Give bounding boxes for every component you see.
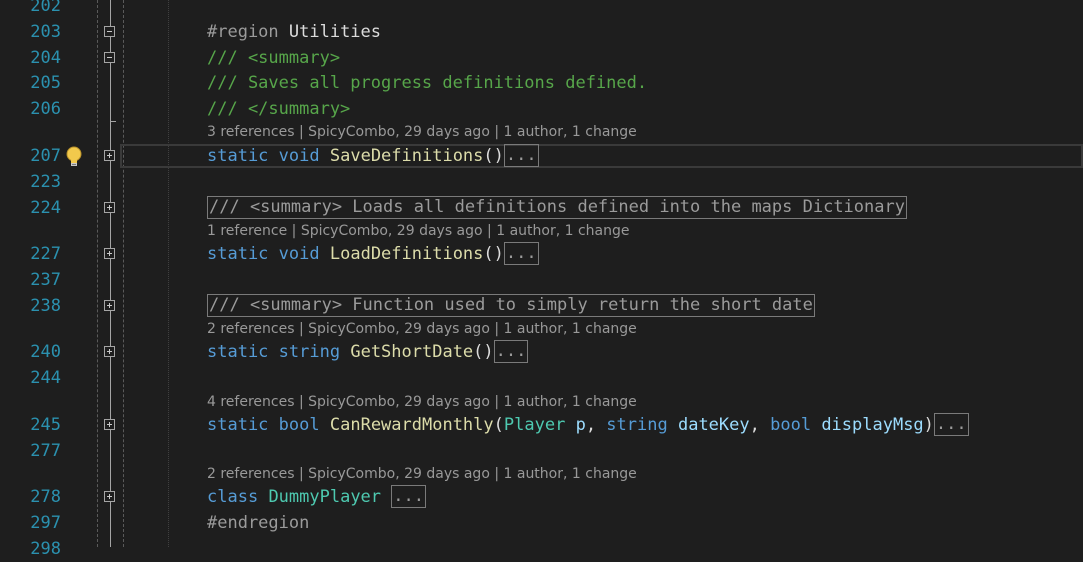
collapsed-block[interactable]: ... <box>503 144 539 167</box>
code-line[interactable]: 244 <box>0 365 1083 391</box>
collapsed-comment[interactable]: /// <summary> Function used to simply re… <box>207 294 815 317</box>
outline-toggle-icon[interactable] <box>104 346 115 357</box>
line-number: 238 <box>30 296 61 316</box>
line-number: 240 <box>30 342 61 362</box>
line-number: 244 <box>30 368 61 388</box>
collapsed-block[interactable]: ... <box>391 485 426 508</box>
collapsed-block[interactable]: ... <box>493 340 529 363</box>
code-line[interactable]: 206 /// </summary> <box>0 96 1083 122</box>
collapsed-block[interactable]: ... <box>503 242 539 265</box>
collapsed-block[interactable]: ... <box>933 413 969 436</box>
code-line[interactable]: 205 /// Saves all progress definitions d… <box>0 70 1083 96</box>
line-number: 237 <box>30 270 61 290</box>
code-text: static void LoadDefinitions()... <box>207 242 539 265</box>
code-comment: /// <summary> <box>207 48 341 68</box>
code-line[interactable]: 277 <box>0 438 1083 464</box>
outline-toggle-icon[interactable] <box>104 202 115 213</box>
line-number: 224 <box>30 198 61 218</box>
code-text: /// <summary> Function used to simply re… <box>207 293 815 319</box>
outline-toggle-icon[interactable] <box>104 248 115 259</box>
line-number: 207 <box>30 146 61 166</box>
codelens[interactable]: 2 references | SpicyCombo, 29 days ago |… <box>207 464 637 484</box>
code-text: class DummyPlayer ... <box>207 485 426 508</box>
code-comment: /// </summary> <box>207 99 351 119</box>
outline-toggle-icon[interactable] <box>104 300 115 311</box>
collapsed-comment[interactable]: /// <summary> Loads all definitions defi… <box>207 196 907 219</box>
code-line[interactable]: 203 #region Utilities <box>0 19 1083 45</box>
code-text: #endregion <box>207 513 310 533</box>
line-number: 245 <box>30 415 61 435</box>
code-line[interactable]: 298 <box>0 536 1083 562</box>
line-number: 206 <box>30 99 61 119</box>
code-text: static void SaveDefinitions()... <box>207 144 539 167</box>
outline-toggle-icon[interactable] <box>104 52 115 63</box>
outline-toggle-icon[interactable] <box>104 491 115 502</box>
line-number: 203 <box>30 22 61 42</box>
line-number: 223 <box>30 172 61 192</box>
codelens[interactable]: 1 reference | SpicyCombo, 29 days ago | … <box>207 221 629 241</box>
line-number: 277 <box>30 441 61 461</box>
line-number: 298 <box>30 539 61 559</box>
code-line[interactable]: 237 <box>0 267 1083 293</box>
outline-toggle-icon[interactable] <box>104 26 115 37</box>
codelens[interactable]: 4 references | SpicyCombo, 29 days ago |… <box>207 392 637 412</box>
outline-end-tick <box>110 121 116 122</box>
code-line[interactable]: 207 static void SaveDefinitions()... <box>0 143 1083 169</box>
code-line[interactable]: 224 /// <summary> Loads all definitions … <box>0 195 1083 221</box>
code-line[interactable]: 227 static void LoadDefinitions()... <box>0 241 1083 267</box>
line-number: 205 <box>30 73 61 93</box>
code-line[interactable]: 204 /// <summary> <box>0 45 1083 71</box>
code-editor[interactable]: 202 203 #region Utilities 204 /// <summa… <box>0 0 1083 559</box>
codelens[interactable]: 3 references | SpicyCombo, 29 days ago |… <box>207 122 637 142</box>
line-number: 204 <box>30 48 61 68</box>
code-text: #region Utilities <box>207 22 382 42</box>
outline-toggle-icon[interactable] <box>104 419 115 430</box>
code-line[interactable]: 240 static string GetShortDate()... <box>0 339 1083 365</box>
line-number: 297 <box>30 513 61 533</box>
code-comment: /// Saves all progress definitions defin… <box>207 73 648 93</box>
code-line[interactable]: 245 static bool CanRewardMonthly(Player … <box>0 412 1083 438</box>
codelens[interactable]: 2 references | SpicyCombo, 29 days ago |… <box>207 319 637 339</box>
code-line[interactable]: 223 <box>0 169 1083 195</box>
line-number: 227 <box>30 244 61 264</box>
code-text: /// <summary> Loads all definitions defi… <box>207 195 907 221</box>
line-number: 202 <box>30 0 61 16</box>
code-line[interactable]: 278 class DummyPlayer ... <box>0 484 1083 510</box>
code-line[interactable]: 238 /// <summary> Function used to simpl… <box>0 293 1083 319</box>
code-line[interactable]: 297 #endregion <box>0 510 1083 536</box>
outline-toggle-icon[interactable] <box>104 150 115 161</box>
line-number: 278 <box>30 487 61 507</box>
code-text: static bool CanRewardMonthly(Player p, s… <box>207 413 969 436</box>
code-line[interactable]: 202 <box>0 0 1083 19</box>
code-text: static string GetShortDate()... <box>207 340 529 363</box>
